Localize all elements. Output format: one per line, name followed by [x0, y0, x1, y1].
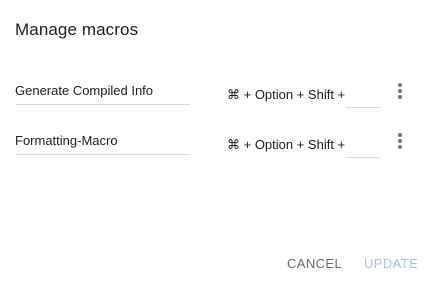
macro-name-field[interactable]: Formatting-Macro — [15, 126, 190, 155]
more-vert-icon[interactable] — [390, 129, 410, 151]
more-vert-icon[interactable] — [390, 79, 410, 101]
shortcut-prefix-label: ⌘ + Option + Shift + — [227, 137, 346, 152]
dialog-title: Manage macros — [15, 20, 139, 39]
shortcut-prefix-label: ⌘ + Option + Shift + — [227, 87, 346, 102]
manage-macros-dialog: Manage macros Generate Compiled Info ⌘ +… — [0, 0, 428, 293]
shortcut-key-field[interactable] — [346, 82, 380, 108]
update-button[interactable]: UPDATE — [364, 256, 418, 272]
cancel-button[interactable]: CANCEL — [287, 256, 342, 272]
dialog-actions: CANCEL UPDATE — [0, 256, 428, 274]
macro-row: Formatting-Macro ⌘ + Option + Shift + — [0, 126, 428, 166]
macro-name-field[interactable]: Generate Compiled Info — [15, 76, 190, 105]
macro-row: Generate Compiled Info ⌘ + Option + Shif… — [0, 76, 428, 116]
shortcut-key-field[interactable] — [346, 132, 380, 158]
